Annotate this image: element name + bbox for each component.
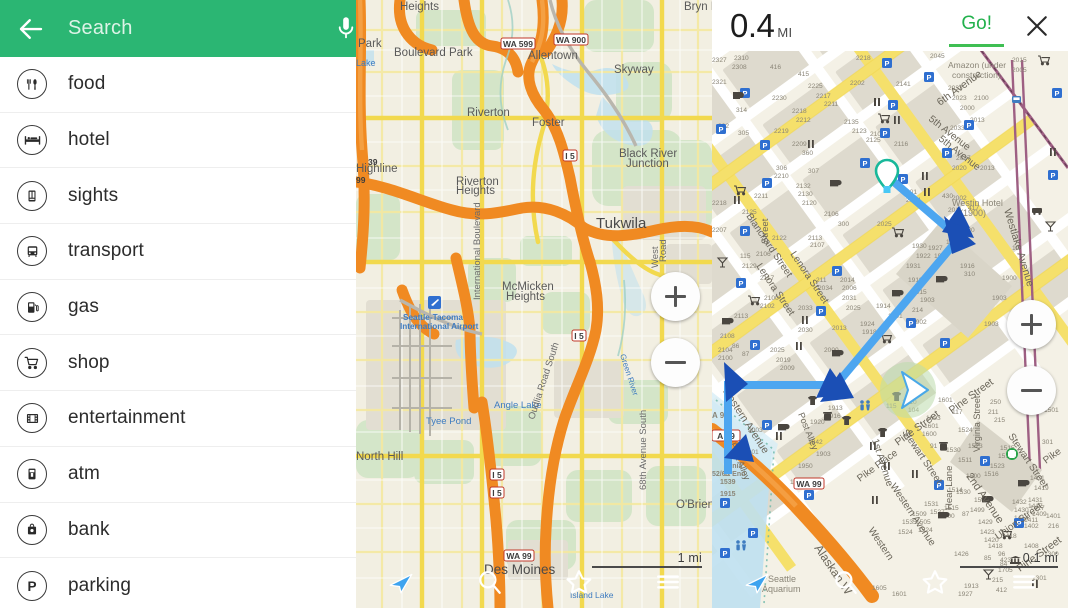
svg-text:Riverton: Riverton <box>467 107 510 119</box>
svg-text:Boulevard Park: Boulevard Park <box>394 47 473 59</box>
svg-text:Skyway: Skyway <box>614 64 654 76</box>
route-distance: 0.4 MI <box>730 7 792 45</box>
category-label: bank <box>68 518 110 540</box>
category-label: gas <box>68 296 99 318</box>
map-route-panel[interactable]: 23102308416 23272321415 314302305 223022… <box>712 0 1068 608</box>
zoom-out-button[interactable] <box>651 338 700 387</box>
svg-text:International Boulevard: International Boulevard <box>472 202 483 300</box>
arrow-left-icon[interactable] <box>16 14 46 44</box>
category-label: atm <box>68 463 100 485</box>
svg-text:99: 99 <box>356 175 366 185</box>
svg-text:Seattle-Tacoma: Seattle-Tacoma <box>403 313 463 322</box>
category-label: transport <box>68 240 144 262</box>
svg-text:WA 599: WA 599 <box>503 39 533 49</box>
zoom-out-button[interactable] <box>1007 366 1056 415</box>
category-item-transport[interactable]: transport <box>0 224 356 280</box>
svg-text:I 5: I 5 <box>492 488 502 498</box>
bus-icon <box>17 236 47 267</box>
map-overview-toolbar <box>356 556 712 608</box>
svg-text:39: 39 <box>368 157 378 167</box>
bed-icon <box>17 125 47 156</box>
route-header: 0.4 MI Go! <box>712 0 1068 51</box>
svg-text:Heights: Heights <box>456 185 495 197</box>
svg-text:Tukwila: Tukwila <box>596 215 647 232</box>
category-label: hotel <box>68 129 110 151</box>
svg-text:I 5: I 5 <box>565 151 575 161</box>
svg-text:I 5: I 5 <box>574 331 584 341</box>
category-item-sights[interactable]: sights <box>0 168 356 225</box>
svg-text:Junction: Junction <box>626 158 669 170</box>
app-root: food hotel <box>0 0 1068 608</box>
go-button[interactable]: Go! <box>949 9 1004 47</box>
category-item-shop[interactable]: shop <box>0 335 356 392</box>
destination-pin-icon <box>874 158 900 193</box>
category-item-hotel[interactable]: hotel <box>0 112 356 169</box>
category-item-parking[interactable]: P parking <box>0 558 356 608</box>
zoom-in-button[interactable] <box>1007 300 1056 349</box>
svg-text:International Airport: International Airport <box>400 322 479 331</box>
parking-p-icon: P <box>17 570 47 601</box>
svg-text:I 5: I 5 <box>492 470 502 480</box>
shopping-cart-icon <box>17 347 47 378</box>
route-distance-unit: MI <box>777 24 793 40</box>
svg-text:O'Brien: O'Brien <box>676 499 712 511</box>
map-route-zoom-controls <box>1007 300 1056 432</box>
svg-text:Oudlia Road South: Oudlia Road South <box>526 341 561 421</box>
monument-icon <box>17 180 47 211</box>
search-icon[interactable] <box>467 559 513 605</box>
category-list: food hotel sights transport gas shop ent… <box>0 57 356 608</box>
svg-text:Lake: Lake <box>356 58 376 68</box>
svg-text:P: P <box>27 579 36 594</box>
bank-briefcase-icon <box>17 514 47 545</box>
cutlery-icon <box>17 69 47 100</box>
zoom-in-button[interactable] <box>651 272 700 321</box>
fuel-pump-icon <box>17 292 47 323</box>
search-panel: food hotel <box>0 0 356 608</box>
category-item-bank[interactable]: bank <box>0 502 356 559</box>
my-location-arrow-icon[interactable] <box>378 559 424 605</box>
category-item-atm[interactable]: atm <box>0 446 356 503</box>
search-icon[interactable] <box>823 559 869 605</box>
category-item-gas[interactable]: gas <box>0 279 356 336</box>
svg-text:Bryn M: Bryn M <box>684 1 712 13</box>
svg-text:Allentown: Allentown <box>528 50 578 62</box>
search-header <box>0 0 356 57</box>
menu-icon[interactable] <box>1001 559 1047 605</box>
svg-text:Foster: Foster <box>532 117 565 129</box>
menu-icon[interactable] <box>645 559 691 605</box>
svg-text:WA 900: WA 900 <box>556 35 586 45</box>
svg-text:North Hill: North Hill <box>356 451 403 463</box>
close-icon[interactable] <box>1022 11 1052 41</box>
film-icon <box>17 403 47 434</box>
category-label: entertainment <box>68 407 186 429</box>
my-location-arrow-icon[interactable] <box>734 559 780 605</box>
svg-text:Tyee Pond: Tyee Pond <box>426 416 471 427</box>
category-item-food[interactable]: food <box>0 57 356 113</box>
map-route-toolbar <box>712 556 1068 608</box>
svg-text:Heights: Heights <box>506 291 545 303</box>
route-distance-value: 0.4 <box>730 6 775 44</box>
category-label: shop <box>68 351 110 373</box>
category-label: food <box>68 73 106 95</box>
svg-text:Green River: Green River <box>618 353 640 397</box>
star-icon[interactable] <box>912 559 958 605</box>
svg-text:Road: Road <box>658 239 669 262</box>
star-icon[interactable] <box>556 559 602 605</box>
category-item-entertainment[interactable]: entertainment <box>0 391 356 447</box>
category-label: parking <box>68 574 132 596</box>
svg-text:68th Avenue South: 68th Avenue South <box>638 410 649 490</box>
map-overview-panel[interactable]: Heights Bryn M Park Boulevard Park Allen… <box>356 0 712 608</box>
map-overview-zoom-controls <box>651 272 700 404</box>
category-label: sights <box>68 184 119 206</box>
microphone-icon[interactable] <box>333 14 356 44</box>
svg-text:Park: Park <box>358 38 382 50</box>
atm-icon <box>17 459 47 490</box>
search-input[interactable] <box>46 17 333 40</box>
airport-marker <box>428 296 441 309</box>
svg-text:Heights: Heights <box>400 1 439 13</box>
